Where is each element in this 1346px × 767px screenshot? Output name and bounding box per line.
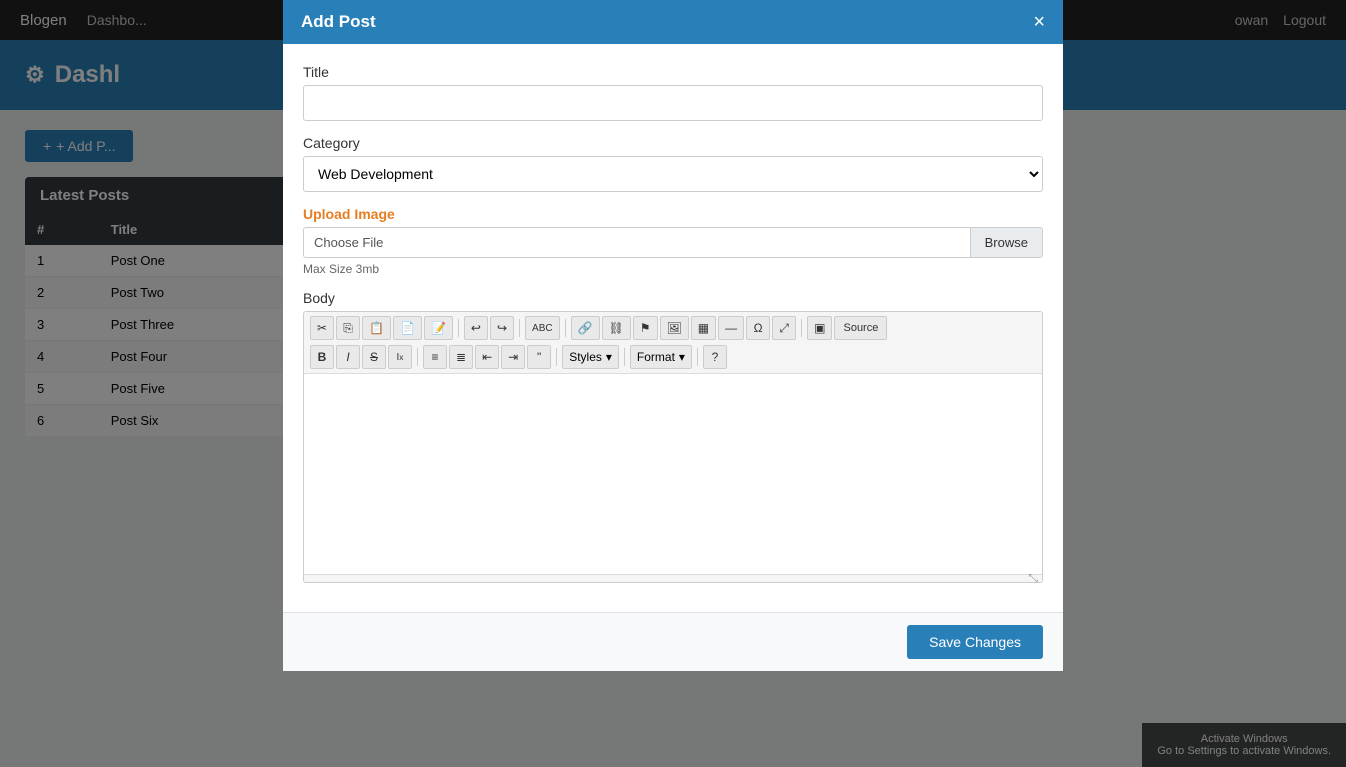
blockquote-button[interactable]: " [527,345,551,369]
unlink-button[interactable]: ⛓ [602,316,631,340]
body-field-group: Body ✂ ⎘ 📋 📄 📝 [303,290,1043,583]
editor-toolbar: ✂ ⎘ 📋 📄 📝 ↩ ↪ [304,312,1042,374]
sep4 [801,319,802,337]
modal-title: Add Post [301,12,376,32]
sep8 [697,348,698,366]
bold-button[interactable]: B [310,345,334,369]
show-blocks-button[interactable]: ▣ [807,316,832,340]
find-button[interactable]: ABC [525,316,560,340]
link-button[interactable]: 🔗 [571,316,600,340]
ordered-list-button[interactable]: ≡ [423,345,447,369]
file-input-text: Choose File [304,228,970,257]
paste-text-button[interactable]: 📄 [393,316,422,340]
styles-chevron-icon: ▾ [606,350,612,364]
file-max-size: Max Size 3mb [303,262,1043,276]
rich-text-editor: ✂ ⎘ 📋 📄 📝 ↩ ↪ [303,311,1043,583]
copy-button[interactable]: ⎘ [336,316,360,340]
save-changes-button[interactable]: Save Changes [907,625,1043,659]
increase-indent-button[interactable]: ⇥ [501,345,525,369]
styles-label: Styles [569,350,602,364]
hr-button[interactable]: ― [718,316,744,340]
title-field-group: Title [303,64,1043,121]
special-char-button[interactable]: Ω [746,316,770,340]
strikethrough-button[interactable]: S [362,345,386,369]
editor-content-area[interactable] [304,374,1042,574]
paste-button[interactable]: 📋 [362,316,391,340]
upload-image-group: Upload Image Choose File Browse Max Size… [303,206,1043,276]
sep5 [417,348,418,366]
category-label: Category [303,135,1043,151]
format-label: Format [637,350,675,364]
browse-button[interactable]: Browse [970,228,1042,257]
modal-header: Add Post × [283,0,1063,44]
category-select[interactable]: Web DevelopmentDesignJavaScriptPHP [303,156,1043,192]
subscript-button[interactable]: Ix [388,345,412,369]
modal-close-button[interactable]: × [1033,12,1045,32]
sep7 [624,348,625,366]
title-input[interactable] [303,85,1043,121]
italic-button[interactable]: I [336,345,360,369]
modal-body: Title Category Web DevelopmentDesignJava… [283,44,1063,612]
upload-label: Upload Image [303,206,1043,222]
add-post-modal: Add Post × Title Category Web Developmen… [283,0,1063,671]
format-dropdown[interactable]: Format ▾ [630,345,692,369]
maximize-button[interactable]: ⤢ [772,316,796,340]
source-button[interactable]: Source [834,316,887,340]
table-button[interactable]: ▦ [691,316,716,340]
undo-button[interactable]: ↩ [464,316,488,340]
cut-button[interactable]: ✂ [310,316,334,340]
format-chevron-icon: ▾ [679,350,685,364]
sep3 [565,319,566,337]
title-label: Title [303,64,1043,80]
help-button[interactable]: ? [703,345,727,369]
unordered-list-button[interactable]: ≣ [449,345,473,369]
category-field-group: Category Web DevelopmentDesignJavaScript… [303,135,1043,192]
redo-button[interactable]: ↪ [490,316,514,340]
editor-resize-handle[interactable]: ⤡ [304,574,1042,582]
modal-footer: Save Changes [283,612,1063,671]
file-input-row: Choose File Browse [303,227,1043,258]
sep2 [519,319,520,337]
toolbar-row-1: ✂ ⎘ 📋 📄 📝 ↩ ↪ [310,316,1036,340]
sep6 [556,348,557,366]
styles-dropdown[interactable]: Styles ▾ [562,345,619,369]
anchor-button[interactable]: ⚑ [633,316,658,340]
toolbar-row-2: B I S Ix ≡ ≣ ⇤ ⇥ " [310,345,1036,369]
sep1 [458,319,459,337]
body-label: Body [303,290,1043,306]
paste-word-button[interactable]: 📝 [424,316,453,340]
decrease-indent-button[interactable]: ⇤ [475,345,499,369]
image-button[interactable]: 🖼 [660,316,689,340]
